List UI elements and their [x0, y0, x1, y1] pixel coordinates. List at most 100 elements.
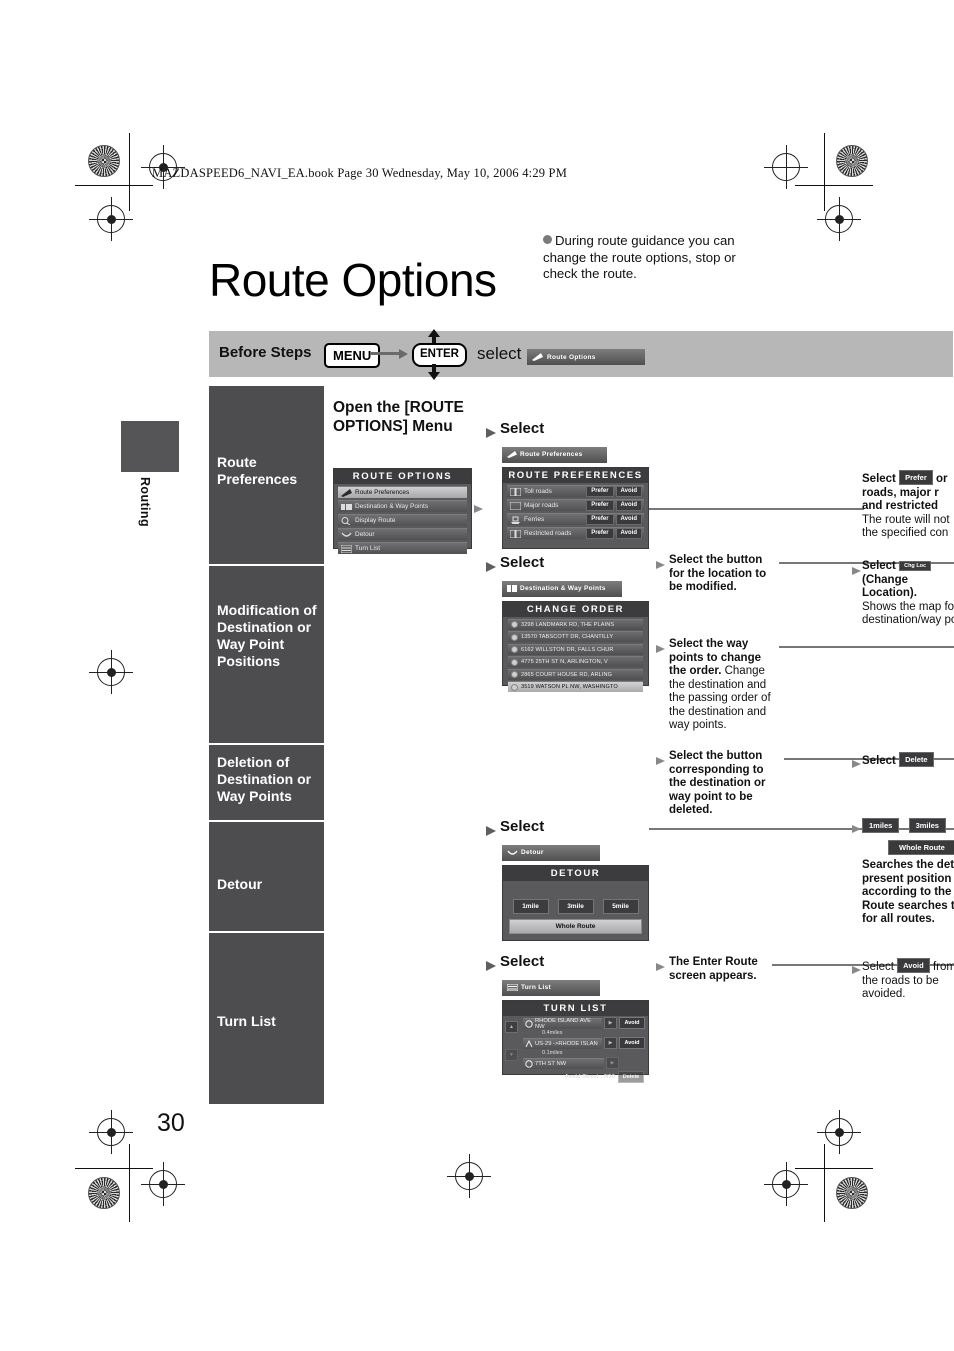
chip-detour[interactable]: Detour [502, 843, 600, 861]
sidebar-divider-2 [209, 743, 324, 745]
turn-detail-button[interactable]: ▶ [604, 1037, 617, 1049]
chip-route-preferences[interactable]: Route Preferences [502, 445, 607, 463]
detour-1mile-button[interactable]: 1mile [512, 899, 549, 914]
callout-enter-route: The Enter Route screen appears. [669, 956, 758, 982]
turn-list-row[interactable]: 7TH ST NW ▶ [523, 1057, 645, 1069]
turn-avoid-button[interactable]: Avoid [619, 1017, 645, 1029]
callout-arrow-2 [656, 645, 665, 653]
menu-key-button[interactable]: MENU [324, 343, 381, 368]
detour-1miles-chip[interactable]: 1miles [862, 818, 900, 833]
sidebar-label: Route Preferences [217, 454, 298, 487]
list-icon [507, 984, 518, 991]
prefer-chip[interactable]: Prefer [899, 470, 933, 485]
select-arrow-4 [486, 961, 496, 971]
toll-icon [510, 487, 521, 496]
registration-mark-bottom-right [764, 1162, 808, 1206]
detour-whole-route-button[interactable]: Whole Route [509, 919, 642, 934]
avoid-chip[interactable]: Avoid [897, 958, 930, 973]
menu-item-detour[interactable]: Detour [338, 528, 467, 540]
menu-item-turn-list[interactable]: Turn List [338, 542, 467, 554]
pref-row-ferries[interactable]: Ferries Prefer Avoid [507, 513, 644, 525]
change-location-chip[interactable]: Chg Loc [899, 561, 932, 571]
detour-icon [507, 850, 518, 855]
book-file-header: MAZDASPEED6_NAVI_EA.book Page 30 Wednesd… [152, 166, 568, 180]
crop-line-top-left-h [75, 185, 153, 186]
prefer-button[interactable]: Prefer [586, 500, 614, 511]
detour-3mile-button[interactable]: 3mile [557, 899, 594, 914]
page-title: Route Options [209, 253, 497, 306]
avoid-button[interactable]: Avoid [615, 528, 642, 539]
turn-street-label: US-29 ->RHODE ISLAN [523, 1037, 602, 1049]
change-order-row[interactable]: 4775 25TH ST N, ARLINGTON, V [508, 656, 643, 667]
registration-mark-right-upper [817, 197, 861, 241]
callout-arrow-3 [656, 757, 665, 765]
scroll-down-button[interactable]: ▼ [505, 1049, 518, 1061]
detour-3miles-chip[interactable]: 3miles [908, 818, 946, 833]
turn-list-row[interactable]: US-29 ->RHODE ISLAN ▶ Avoid [523, 1037, 645, 1049]
detour-icon [341, 532, 352, 537]
avoid-street-counter: Avoid Street : 0/10 [564, 1074, 615, 1080]
pref-row-toll[interactable]: Toll roads Prefer Avoid [507, 485, 644, 497]
select-word-label: select [477, 344, 522, 363]
route-options-chip[interactable]: Route Options [527, 348, 645, 366]
lead-line-change-order [779, 646, 954, 648]
page-number: 30 [157, 1109, 185, 1137]
callout-delete-waypoint: Select the button corresponding to the d… [669, 750, 766, 816]
change-order-row-selected[interactable]: 3519 WATSON PL NW, WASHINGTO [508, 681, 643, 692]
chip-destination-waypoints[interactable]: Destination & Way Points [502, 579, 622, 597]
sidebar-item-detour[interactable]: Detour [209, 876, 324, 893]
change-order-row[interactable]: 2865 COURT HOUSE RD, ARLING [508, 668, 643, 680]
waypoint-dot-icon [511, 658, 518, 666]
right-arrow-chgloc [852, 567, 861, 575]
select-label-2: Select [500, 554, 545, 571]
menu-item-display-route[interactable]: Display Route [338, 514, 467, 526]
callout-modify-location: Select the button for the location to be… [669, 554, 767, 593]
prefer-button[interactable]: Prefer [586, 486, 614, 497]
change-order-row[interactable]: 3298 LANDMARK RD, THE PLAINS [508, 618, 643, 630]
right-arrow-detour [852, 825, 861, 833]
waypoint-dot-icon [511, 671, 518, 678]
sidebar-item-deletion[interactable]: Deletion of Destination or Way Points [209, 754, 324, 805]
detour-5mile-button[interactable]: 5mile [602, 899, 639, 914]
change-order-row[interactable]: 13570 TABSCOTT DR, CHANTILLY [508, 631, 643, 642]
turn-list-row[interactable]: RHODE ISLAND AVE NW ▶ Avoid [523, 1017, 645, 1030]
avoid-button[interactable]: Avoid [615, 500, 642, 511]
pref-row-major[interactable]: Major roads Prefer Avoid [507, 499, 644, 511]
crop-line-top-right-h [795, 185, 873, 186]
list-icon [341, 544, 352, 553]
delete-chip[interactable]: Delete [899, 752, 934, 767]
menu-item-destination-waypoints[interactable]: Destination & Way Points [338, 500, 467, 512]
turn-distance: 0.4miles [542, 1030, 563, 1036]
before-steps-label: Before Steps [219, 344, 312, 361]
prefer-button[interactable]: Prefer [586, 528, 614, 539]
pref-row-restricted[interactable]: Restricted roads Prefer Avoid [507, 527, 644, 539]
turn-avoid-button[interactable]: Avoid [619, 1037, 645, 1049]
turn-detail-button[interactable]: ▶ [604, 1017, 617, 1029]
prefer-button[interactable]: Prefer [586, 514, 614, 525]
menu-item-route-preferences[interactable]: Route Preferences [338, 486, 467, 498]
turn-detail-button[interactable]: ▶ [606, 1057, 619, 1069]
avoid-button[interactable]: Avoid [615, 514, 642, 525]
right-arrow-delete [852, 760, 861, 768]
registration-mark-right-lower [817, 1110, 861, 1154]
avoid-button[interactable]: Avoid [615, 486, 642, 497]
crop-line-bottom-left-h [75, 1168, 153, 1169]
sidebar-item-turn-list[interactable]: Turn List [209, 1013, 324, 1030]
detour-title: DETOUR [503, 866, 648, 881]
chip-turn-list[interactable]: Turn List [502, 978, 600, 996]
turn-delete-button[interactable]: Delete [618, 1071, 644, 1083]
change-order-row[interactable]: 6162 WILLSTON DR, FALLS CHUR [508, 643, 643, 655]
crop-line-bottom-right-v [824, 1144, 825, 1222]
section-sidebar: Route Preferences Modification of Destin… [209, 386, 324, 1104]
sidebar-item-route-preferences[interactable]: Route Preferences [209, 454, 324, 488]
select-label-1: Select [500, 420, 545, 437]
flag-icon [341, 488, 352, 497]
sidebar-item-modification[interactable]: Modification of Destination or Way Point… [209, 602, 324, 670]
detour-whole-route-chip[interactable]: Whole Route [888, 839, 954, 855]
magnifier-icon [341, 516, 351, 525]
enter-key-button[interactable]: ENTER [412, 343, 467, 367]
scroll-up-button[interactable]: ▲ [505, 1021, 518, 1033]
right-callout-delete: Select Delete [862, 752, 954, 769]
sidebar-divider-1 [209, 564, 324, 566]
turn-arrow-icon [525, 1059, 533, 1068]
